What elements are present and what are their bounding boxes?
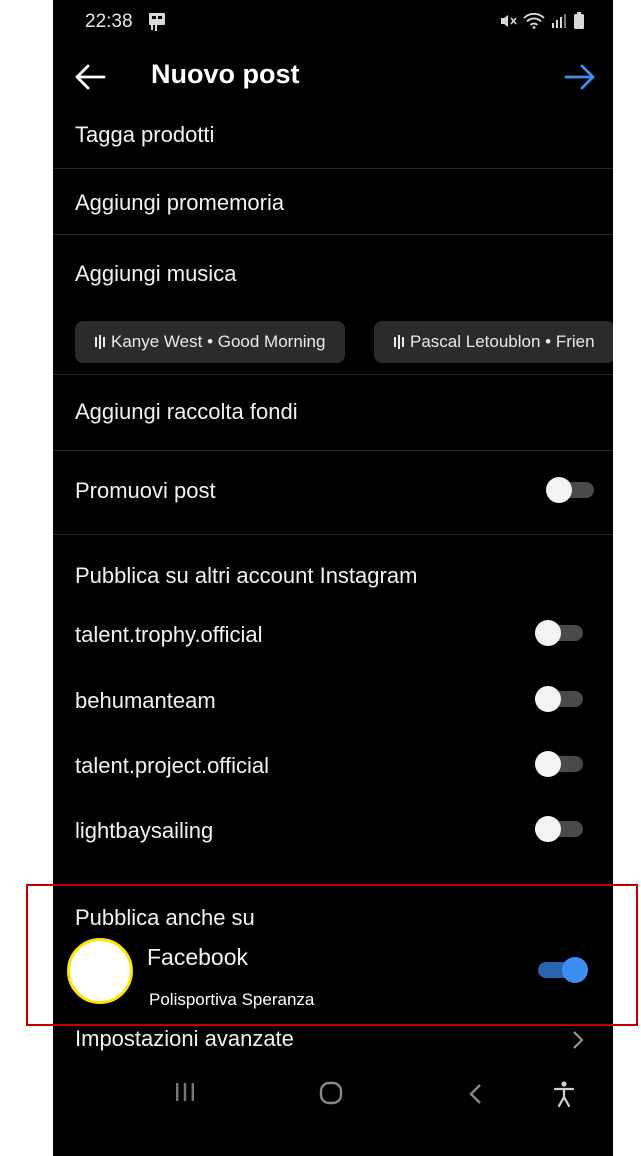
music-chip[interactable]: Pascal Letoublon • Frien (374, 321, 613, 363)
add-music-label: Aggiungi musica (75, 261, 237, 286)
music-chip[interactable]: Kanye West • Good Morning (75, 321, 346, 363)
phone-screen: 22:38 Nuovo post Tagga prodotti Aggiungi… (53, 0, 613, 1156)
facebook-label: Facebook (147, 944, 249, 970)
system-back-icon[interactable] (467, 1082, 483, 1111)
notification-icon (146, 12, 168, 37)
advanced-settings-label: Impostazioni avanzate (75, 1026, 294, 1051)
accessibility-icon[interactable] (552, 1080, 576, 1113)
music-chip-label: Pascal Letoublon • Frien (410, 332, 595, 351)
facebook-toggle[interactable] (538, 957, 588, 983)
status-time: 22:38 (85, 11, 133, 32)
add-reminder-label: Aggiungi promemoria (75, 190, 285, 215)
other-accounts-heading: Pubblica su altri account Instagram (75, 563, 418, 588)
status-icons (499, 12, 585, 30)
page-title: Nuovo post (151, 59, 300, 89)
advanced-settings-row[interactable]: Impostazioni avanzate (53, 1010, 613, 1074)
account-toggle[interactable] (535, 751, 585, 777)
promote-post-toggle[interactable] (546, 477, 596, 503)
add-reminder-row[interactable]: Aggiungi promemoria (53, 168, 613, 235)
add-fundraiser-label: Aggiungi raccolta fondi (75, 399, 298, 424)
music-chip-label: Kanye West • Good Morning (111, 332, 326, 351)
next-arrow-icon[interactable] (563, 62, 597, 92)
account-name: talent.project.official (75, 753, 270, 778)
music-suggestions: Kanye West • Good Morning Pascal Letoubl… (75, 321, 613, 363)
battery-icon (574, 12, 584, 29)
chevron-right-icon (572, 1030, 584, 1055)
wifi-icon (523, 13, 545, 29)
system-nav-bar (53, 1080, 613, 1156)
home-icon[interactable] (318, 1080, 344, 1111)
add-fundraiser-row[interactable]: Aggiungi raccolta fondi (53, 374, 613, 451)
account-toggle[interactable] (535, 620, 585, 646)
account-toggle[interactable] (535, 816, 585, 842)
signal-icon (552, 14, 566, 28)
status-bar: 22:38 (53, 0, 613, 44)
account-name: talent.trophy.official (75, 622, 263, 647)
account-toggle[interactable] (535, 686, 585, 712)
also-publish-heading: Pubblica anche su (75, 905, 255, 930)
promote-post-label: Promuovi post (75, 478, 216, 503)
music-bars-icon (394, 335, 404, 349)
promote-post-row[interactable]: Promuovi post (53, 450, 613, 535)
back-arrow-icon[interactable] (73, 62, 107, 92)
mute-icon (501, 15, 517, 27)
recent-apps-icon[interactable] (174, 1080, 196, 1109)
header: Nuovo post (53, 48, 613, 104)
tag-products-label: Tagga prodotti (75, 122, 215, 147)
facebook-page-name: Polisportiva Speranza (149, 990, 315, 1009)
facebook-page-avatar (67, 938, 133, 1004)
account-name: behumanteam (75, 688, 216, 713)
tag-products-row[interactable]: Tagga prodotti (53, 104, 613, 169)
music-bars-icon (95, 335, 105, 349)
account-name: lightbaysailing (75, 818, 214, 843)
